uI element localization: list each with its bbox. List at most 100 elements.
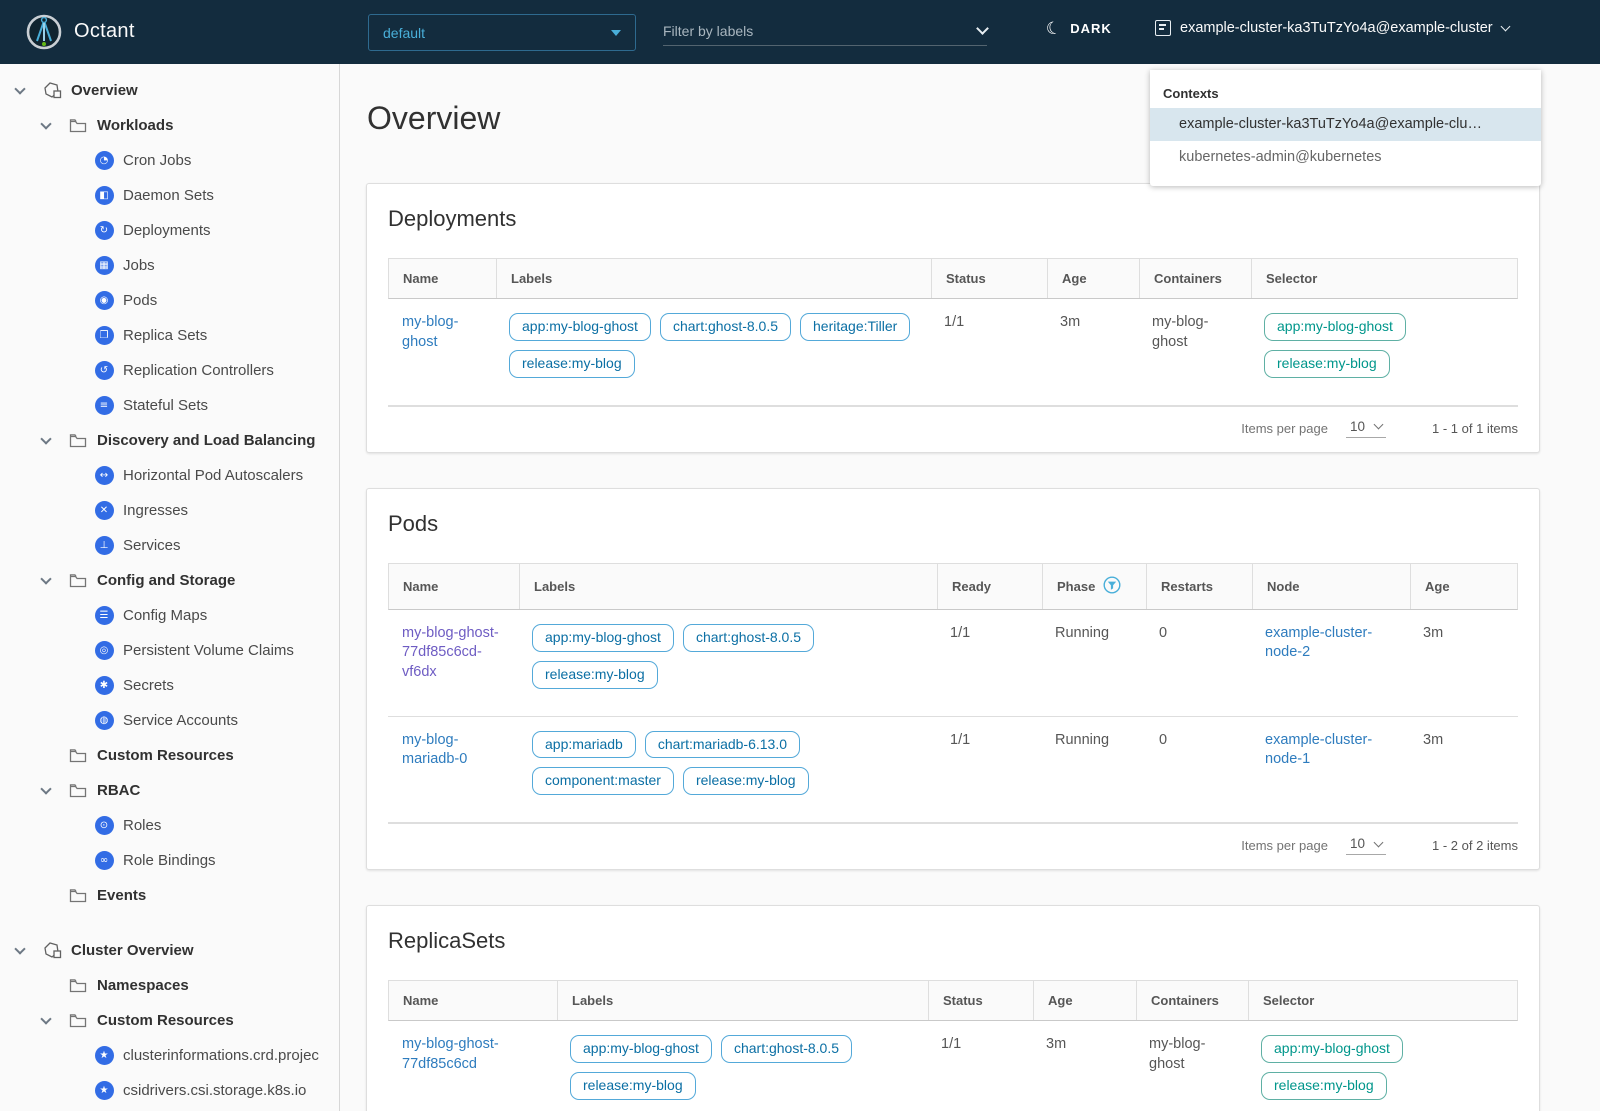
resource-link[interactable]: my-blog-ghost <box>402 314 458 350</box>
sidebar-item-persistent-volume-claims[interactable]: ◎ Persistent Volume Claims <box>0 633 339 668</box>
page-size-select[interactable]: 10 <box>1345 836 1387 856</box>
pagination-range: 1 - 1 of 1 items <box>1432 420 1518 436</box>
sidebar-item-roles[interactable]: ⊙ Roles <box>0 808 339 843</box>
folder-icon <box>68 886 88 906</box>
label-tag: chart:ghost-8.0.5 <box>682 623 815 652</box>
sidebar-item-rbac[interactable]: RBAC <box>0 773 339 808</box>
sidebar-item-cluster-overview[interactable]: Cluster Overview <box>0 933 339 968</box>
column-header-status: Status <box>931 259 1047 298</box>
cell-labels: app:my-blog-ghost chart:ghost-8.0.5 releas… <box>556 1021 927 1111</box>
sidebar-item-secrets[interactable]: ✱ Secrets <box>0 668 339 703</box>
sidebar-item-horizontal-pod-autoscalers[interactable]: ↔ Horizontal Pod Autoscalers <box>0 458 339 493</box>
cell-name: my-blog-ghost-77df85c6cd <box>388 1021 556 1111</box>
column-header-phase: Phase <box>1042 563 1146 609</box>
cell-text: my-blog-ghost <box>1152 314 1209 350</box>
sidebar-item-pods[interactable]: ◉ Pods <box>0 283 339 318</box>
sidebar-item-cron-jobs[interactable]: ◔ Cron Jobs <box>0 143 339 178</box>
contexts-dropdown-menu: Contexts example-cluster-ka3TuTzYo4a@exa… <box>1150 70 1541 186</box>
sidebar-item-discovery-and-load-balancing[interactable]: Discovery and Load Balancing <box>0 423 339 458</box>
sidebar-item-label: Horizontal Pod Autoscalers <box>123 467 304 484</box>
page-size-select[interactable]: 10 <box>1345 418 1387 438</box>
sidebar-item-role-bindings[interactable]: ∞ Role Bindings <box>0 843 339 878</box>
sidebar-item-jobs[interactable]: ▦ Jobs <box>0 248 339 283</box>
filter-by-labels-select[interactable]: Filter by labels <box>663 16 989 46</box>
context-menu-item-example-cluster-ka3tutzyo4a-example-clu[interactable]: example-cluster-ka3TuTzYo4a@example-clu… <box>1150 108 1541 141</box>
sidebar-item-label: Deployments <box>123 222 211 239</box>
sidebar-item-stateful-sets[interactable]: ≡ Stateful Sets <box>0 388 339 423</box>
resource-link[interactable]: my-blog-ghost-77df85c6cd-vf6dx <box>402 625 499 680</box>
cell-text: 1/1 <box>944 314 965 330</box>
chevron-down-icon[interactable] <box>12 83 42 95</box>
chevron-down-icon[interactable] <box>38 1013 68 1025</box>
filter-funnel-icon[interactable] <box>1103 576 1121 597</box>
deployments-card: Deployments Name Labels Status Age Containers… <box>366 183 1540 453</box>
sidebar-item-replica-sets[interactable]: ❐ Replica Sets <box>0 318 339 353</box>
label-tag: app:mariadb <box>532 730 636 759</box>
sidebar-item-config-and-storage[interactable]: Config and Storage <box>0 563 339 598</box>
cell-text: Running <box>1055 624 1110 641</box>
sidebar-item-config-maps[interactable]: ☰ Config Maps <box>0 598 339 633</box>
sidebar-item-ingresses[interactable]: ✕ Ingresses <box>0 493 339 528</box>
cluster-icon <box>1155 20 1171 36</box>
card-title: ReplicaSets <box>388 928 506 954</box>
chevron-down-icon <box>976 22 989 35</box>
sidebar-item-label: Jobs <box>123 257 155 274</box>
sidebar-item-events[interactable]: Events <box>0 878 339 913</box>
cell-status: 1/1 <box>927 1021 1032 1111</box>
selector-tag: app:my-blog-ghost <box>1261 1035 1403 1064</box>
chevron-down-icon[interactable] <box>12 943 42 955</box>
sidebar-item-workloads[interactable]: Workloads <box>0 108 339 143</box>
cell-status: 1/1 <box>930 299 1046 405</box>
pods-icon: ◉ <box>94 291 114 311</box>
namespace-select[interactable]: default <box>368 14 636 51</box>
sidebar-item-label: Replica Sets <box>123 327 208 344</box>
column-header-labels: Labels <box>557 981 928 1021</box>
page-size-value: 10 <box>1349 418 1366 434</box>
sidebar-item-namespaces[interactable]: Namespaces <box>0 968 339 1003</box>
context-selector-button[interactable]: example-cluster-ka3TuTzYo4a@example-clus… <box>1155 20 1511 36</box>
app-icon <box>42 81 62 101</box>
table-row: my-blog-ghost app:my-blog-ghost chart:ghos… <box>388 299 1518 406</box>
resource-link[interactable]: my-blog-ghost-77df85c6cd <box>402 1036 499 1072</box>
sidebar-item-csidrivers-csi-storage-k8s-io[interactable]: ★ csidrivers.csi.storage.k8s.io <box>0 1073 339 1108</box>
tag-line: app:my-blog-ghost chart:ghost-8.0.5 <box>570 1035 911 1064</box>
chevron-down-icon[interactable] <box>38 573 68 585</box>
cell-text: 1/1 <box>950 731 971 748</box>
table-header-row: Name Labels Ready Phase Restarts Node Age <box>388 562 1518 610</box>
resource-link[interactable]: example-cluster-node-2 <box>1265 625 1372 661</box>
csidrivers-csi-storage-k8s-io-icon: ★ <box>94 1081 114 1101</box>
octant-logo-icon <box>26 14 62 50</box>
context-menu-item-kubernetes-admin-kubernetes[interactable]: kubernetes-admin@kubernetes <box>1150 141 1541 174</box>
chevron-down-icon[interactable] <box>38 783 68 795</box>
column-header-name: Name <box>403 271 439 286</box>
cell-node: example-cluster-node-2 <box>1251 610 1409 716</box>
resource-link[interactable]: example-cluster-node-1 <box>1265 732 1372 768</box>
stateful-sets-icon: ≡ <box>94 396 114 416</box>
sidebar-item-label: Service Accounts <box>123 712 239 729</box>
table-header-row: Name Labels Status Age Containers Selector <box>388 258 1518 299</box>
resource-link[interactable]: my-blog-mariadb-0 <box>402 732 467 768</box>
selector-tag: app:my-blog-ghost <box>1264 313 1406 341</box>
sidebar-item-service-accounts[interactable]: ◍ Service Accounts <box>0 703 339 738</box>
chevron-down-icon[interactable] <box>38 433 68 445</box>
dark-theme-toggle[interactable]: ☾ DARK <box>1044 18 1112 40</box>
sidebar-item-replication-controllers[interactable]: ↺ Replication Controllers <box>0 353 339 388</box>
tag-line: app:my-blog-ghost chart:ghost-8.0.5 herita… <box>509 313 914 341</box>
sidebar-item-daemon-sets[interactable]: ◧ Daemon Sets <box>0 178 339 213</box>
sidebar-item-label: Cluster Overview <box>71 942 194 959</box>
sidebar-item-clusterinformations-crd-projec[interactable]: ★ clusterinformations.crd.projec <box>0 1038 339 1073</box>
cell-ready: 1/1 <box>936 717 1041 823</box>
sidebar-item-deployments[interactable]: ↻ Deployments <box>0 213 339 248</box>
sidebar-item-custom-resources[interactable]: Custom Resources <box>0 1003 339 1038</box>
cell-labels: app:my-blog-ghost chart:ghost-8.0.5 herita… <box>495 299 930 405</box>
sidebar-item-services[interactable]: ⊥ Services <box>0 528 339 563</box>
label-tag: app:my-blog-ghost <box>570 1035 712 1064</box>
items-per-page-label: Items per page <box>1241 838 1328 854</box>
sidebar-item-label: Namespaces <box>97 977 189 994</box>
cell-labels: app:my-blog-ghost chart:ghost-8.0.5 releas… <box>518 610 936 716</box>
sidebar-item-custom-resources[interactable]: Custom Resources <box>0 738 339 773</box>
sidebar-item-overview[interactable]: Overview <box>0 73 339 108</box>
cell-phase: Running <box>1041 610 1145 716</box>
cell-text: my-blog-ghost <box>1149 1036 1206 1072</box>
chevron-down-icon[interactable] <box>38 118 68 130</box>
